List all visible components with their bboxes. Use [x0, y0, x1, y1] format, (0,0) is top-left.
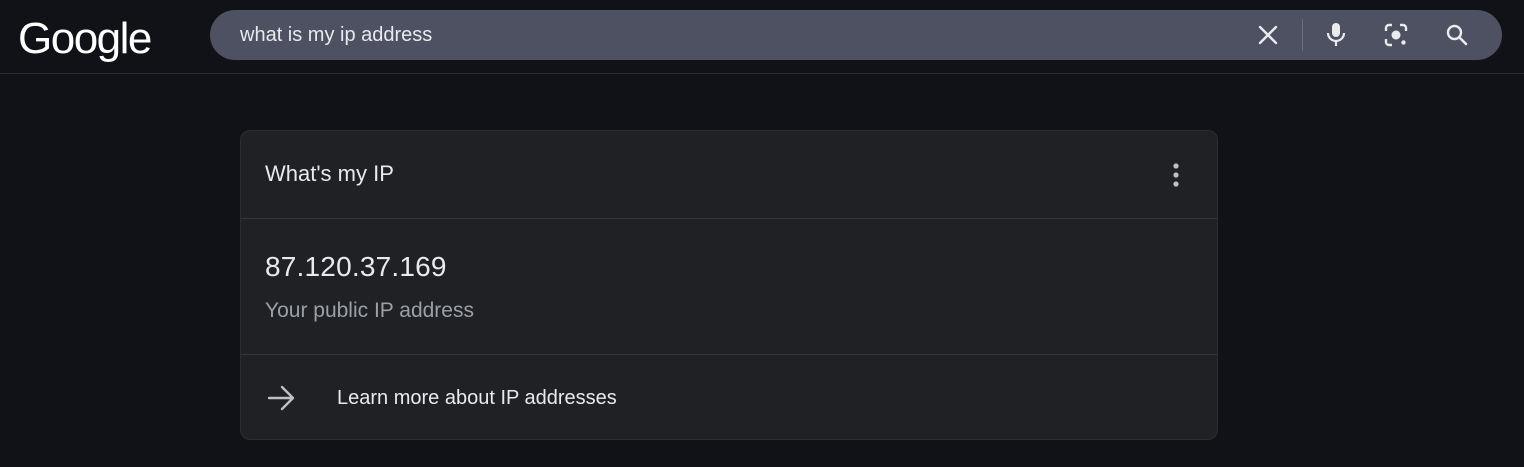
card-title: What's my IP [265, 161, 394, 186]
ip-address-value: 87.120.37.169 [265, 251, 447, 282]
voice-search-button[interactable] [1316, 15, 1356, 55]
search-submit-button[interactable] [1437, 15, 1477, 55]
learn-more-link[interactable]: Learn more about IP addresses [241, 355, 1217, 439]
ip-address-caption: Your public IP address [265, 299, 474, 322]
arrow-right-icon [267, 385, 295, 411]
card-menu-button[interactable] [1161, 155, 1191, 195]
more-vertical-icon [1173, 163, 1179, 187]
search-box[interactable] [210, 10, 1502, 60]
card-body: 87.120.37.169 Your public IP address [241, 219, 1217, 355]
learn-more-link-text: Learn more about IP addresses [337, 387, 617, 409]
search-divider [1302, 19, 1303, 51]
whats-my-ip-card: What's my IP 87.120.37.169 Your public I… [240, 130, 1218, 440]
google-logo[interactable]: Google [18, 14, 152, 64]
microphone-icon [1326, 23, 1346, 46]
search-icon [1446, 24, 1468, 46]
close-icon [1258, 25, 1278, 45]
clear-search-button[interactable] [1248, 15, 1288, 55]
header-bar: Google [0, 0, 1524, 74]
camera-lens-icon [1384, 23, 1408, 47]
search-input[interactable] [240, 10, 1220, 60]
card-header: What's my IP [241, 131, 1217, 219]
image-search-button[interactable] [1376, 15, 1416, 55]
